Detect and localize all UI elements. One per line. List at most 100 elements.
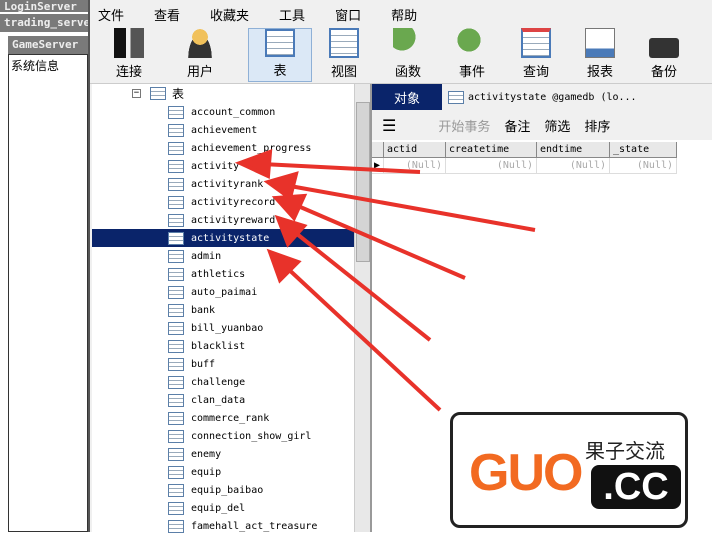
tree-item-admin[interactable]: admin [92,247,354,265]
function-button[interactable]: 函数 [376,28,440,82]
scroll-thumb[interactable] [356,102,370,262]
tree-item-activityrecord[interactable]: activityrecord [92,193,354,211]
table-icon [168,267,184,281]
tree-item-athletics[interactable]: athletics [92,265,354,283]
menu-tools[interactable]: 工具 [279,5,305,24]
table-icon [168,429,184,443]
menu-help[interactable]: 帮助 [391,5,417,24]
tree-root-tables[interactable]: − 表 [92,84,354,102]
table-icon [168,285,184,299]
menu-bar: 文件 查看 收藏夹 工具 窗口 帮助 [90,0,712,28]
tree-item-label: buff [191,358,216,370]
window-loginserver[interactable]: LoginServer [0,0,88,12]
window-gameserver[interactable]: GameServer [8,36,88,54]
tree-item-label: equip_baibao [191,484,264,496]
connect-button[interactable]: 连接 [90,28,168,82]
tree-item-challenge[interactable]: challenge [92,373,354,391]
cell[interactable]: (Null) [537,158,610,174]
tree-item-bank[interactable]: bank [92,301,354,319]
tree-item-achievement_progress[interactable]: achievement_progress [92,139,354,157]
window-trading-server[interactable]: trading_server [0,14,88,32]
row-pointer-icon: ▶ [372,158,384,174]
tree-item-label: activityrank [191,178,264,190]
column-header[interactable]: endtime [537,142,610,158]
column-header[interactable]: createtime [446,142,537,158]
user-label: 用户 [186,65,213,80]
tree-item-enemy[interactable]: enemy [92,445,354,463]
menu-icon[interactable]: ☰ [382,116,396,135]
cell[interactable]: (Null) [446,158,537,174]
tables-folder-icon [150,86,166,100]
view-button[interactable]: 视图 [312,28,376,82]
table-icon [168,141,184,155]
tree-item-label: admin [191,250,222,262]
cell[interactable]: (Null) [610,158,677,174]
event-button[interactable]: 事件 [440,28,504,82]
tab-objects[interactable]: 对象 [372,84,442,110]
logo-cc: .CC [591,465,681,509]
function-icon [393,28,423,58]
table-icon [448,90,464,104]
user-button[interactable]: 用户 [168,28,232,82]
table-icon [168,501,184,515]
backup-icon [649,38,679,58]
main-toolbar: 连接 用户 表 视图 函数 事件 查询 报表 备份 [90,28,712,84]
tree-item-label: bill_yuanbao [191,322,264,334]
note-button[interactable]: 备注 [504,116,530,135]
column-header[interactable]: _state [610,142,677,158]
cell[interactable]: (Null) [384,158,446,174]
tree-item-label: auto_paimai [191,286,258,298]
tree-item-activityreward[interactable]: activityreward [92,211,354,229]
tree-item-blacklist[interactable]: blacklist [92,337,354,355]
table-row[interactable]: ▶ (Null) (Null) (Null) (Null) [372,158,677,174]
table-icon [168,231,184,245]
tree-item-account_common[interactable]: account_common [92,103,354,121]
tree-item-activitystate[interactable]: activitystate [92,229,354,247]
filter-button[interactable]: 筛选 [544,116,570,135]
report-button[interactable]: 报表 [568,28,632,82]
tree-item-activityrank[interactable]: activityrank [92,175,354,193]
tree-item-label: achievement_progress [191,142,312,154]
tree-item-achievement[interactable]: achievement [92,121,354,139]
tree-item-buff[interactable]: buff [92,355,354,373]
tree-item-equip[interactable]: equip [92,463,354,481]
table-icon [168,321,184,335]
tree-item-label: commerce_rank [191,412,270,424]
table-icon [168,159,184,173]
tree-item-connection_show_girl[interactable]: connection_show_girl [92,427,354,445]
tree-item-equip_del[interactable]: equip_del [92,499,354,517]
table-icon [168,519,184,533]
plug-icon [114,28,144,58]
menu-favorites[interactable]: 收藏夹 [210,5,249,24]
menu-window[interactable]: 窗口 [335,5,361,24]
user-icon [185,28,215,58]
tree-item-clan_data[interactable]: clan_data [92,391,354,409]
tree-item-label: connection_show_girl [191,430,312,442]
begin-transaction-button[interactable]: 开始事务 [438,116,490,135]
query-button[interactable]: 查询 [504,28,568,82]
tab-activitystate[interactable]: activitystate @gamedb (lo... [442,84,637,110]
object-tree: − 表 account_common achievement achievement… [92,84,370,535]
column-header[interactable]: actid [384,142,446,158]
view-label: 视图 [330,65,357,80]
table-icon [168,213,184,227]
sort-button[interactable]: 排序 [584,116,610,135]
menu-file[interactable]: 文件 [98,5,124,24]
menu-view[interactable]: 查看 [154,5,180,24]
event-icon [457,28,487,58]
tree-item-activity[interactable]: activity [92,157,354,175]
table-icon [168,483,184,497]
tree-item-famehall_act_treasure[interactable]: famehall_act_treasure [92,517,354,535]
table-icon [168,411,184,425]
tree-item-label: activityreward [191,214,276,226]
backup-button[interactable]: 备份 [632,28,696,82]
tree-item-bill_yuanbao[interactable]: bill_yuanbao [92,319,354,337]
data-grid: actid createtime endtime _state ▶ (Null)… [372,142,677,174]
tree-scrollbar[interactable] [354,84,370,532]
tree-item-auto_paimai[interactable]: auto_paimai [92,283,354,301]
tree-item-commerce_rank[interactable]: commerce_rank [92,409,354,427]
tree-item-equip_baibao[interactable]: equip_baibao [92,481,354,499]
collapse-icon[interactable]: − [132,88,141,98]
table-button[interactable]: 表 [248,28,312,82]
event-label: 事件 [458,65,485,80]
